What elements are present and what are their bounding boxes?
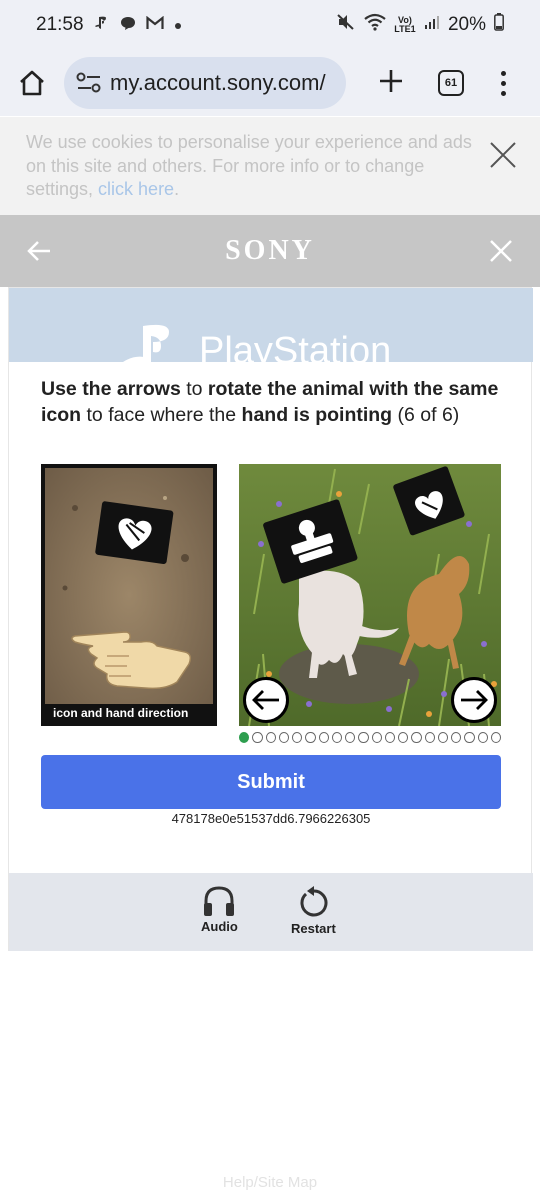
instruction-text-3: (6 of 6) — [392, 404, 460, 426]
status-time: 21:58 — [36, 14, 84, 35]
progress-dot — [358, 732, 369, 743]
submit-button[interactable]: Submit — [41, 755, 501, 809]
volte-icon: Vo) LTE1 — [394, 15, 416, 34]
chat-icon — [120, 16, 136, 35]
playstation-logo-icon — [123, 324, 169, 362]
rotate-left-button[interactable] — [243, 677, 289, 723]
arrow-left-icon — [27, 241, 50, 261]
plus-icon — [380, 70, 402, 92]
restart-button[interactable]: Restart — [291, 885, 336, 936]
session-id: 478178e0e51537dd6.7966226305 — [171, 811, 371, 826]
mute-icon — [336, 13, 356, 37]
cookie-text-end: . — [174, 179, 180, 199]
gmail-icon — [145, 15, 164, 34]
battery-icon — [494, 13, 504, 37]
rotate-right-button[interactable] — [451, 677, 497, 723]
close-icon — [490, 142, 516, 168]
instruction-text-1: to — [180, 378, 208, 400]
progress-dot — [305, 732, 316, 743]
progress-dot — [437, 732, 448, 743]
hint-image: icon and hand direction — [41, 464, 217, 726]
audio-label: Audio — [201, 919, 238, 934]
progress-dot — [477, 732, 488, 743]
arrow-right-icon — [461, 690, 488, 710]
status-bar: 21:58 Vo) LTE1 20% — [0, 0, 540, 50]
progress-dot — [265, 732, 276, 743]
restart-label: Restart — [291, 921, 336, 936]
site-settings-icon[interactable] — [76, 72, 102, 94]
new-tab-button[interactable] — [376, 66, 406, 100]
home-icon — [20, 70, 44, 96]
cookie-banner: We use cookies to personalise your exper… — [0, 117, 540, 215]
url-bar[interactable]: my.account.sony.com/ — [64, 57, 346, 109]
dot-icon — [174, 17, 182, 34]
sony-logo: SONY — [225, 235, 315, 266]
progress-dots — [239, 732, 501, 746]
captcha-footer: Audio Restart — [9, 873, 533, 951]
progress-dot — [384, 732, 395, 743]
menu-dot — [500, 80, 506, 86]
progress-dot — [411, 732, 422, 743]
cookie-settings-link[interactable]: click here — [98, 179, 174, 199]
hint-illustration — [45, 468, 213, 722]
battery-text: 20% — [447, 14, 486, 35]
instruction-text-2: to face where the — [81, 404, 242, 426]
audio-button[interactable]: Audio — [201, 885, 238, 934]
playstation-icon — [94, 16, 110, 34]
sony-header: SONY — [0, 215, 540, 287]
progress-dot — [252, 732, 263, 743]
header-close-button[interactable] — [488, 238, 514, 264]
playstation-banner: PlayStation — [9, 288, 533, 362]
headphones-icon — [204, 886, 235, 916]
captcha-dialog: PlayStation Use the arrows to rotate the… — [8, 287, 533, 951]
back-button[interactable] — [26, 238, 52, 264]
progress-dot — [292, 732, 303, 743]
menu-dot — [500, 90, 506, 96]
progress-dot — [424, 732, 435, 743]
browser-toolbar: my.account.sony.com/ 61 — [0, 50, 540, 116]
more-menu-button[interactable] — [500, 70, 506, 96]
status-right: Vo) LTE1 20% — [336, 13, 504, 37]
wifi-icon — [364, 13, 386, 37]
tab-switcher-button[interactable]: 61 — [438, 70, 464, 96]
progress-dot — [464, 732, 475, 743]
cookie-close-button[interactable] — [488, 140, 518, 170]
instruction-bold-3: hand is pointing — [241, 404, 393, 426]
playstation-wordmark: PlayStation — [199, 330, 392, 362]
rotatable-scene-image[interactable] — [239, 464, 501, 726]
menu-dot — [500, 70, 506, 76]
help-site-map-link[interactable]: Help/Site Map — [0, 1174, 540, 1191]
progress-dot — [490, 732, 501, 743]
url-text[interactable]: my.account.sony.com/ — [110, 70, 326, 96]
status-left: 21:58 — [36, 14, 182, 36]
close-icon — [490, 240, 512, 262]
progress-dot — [345, 732, 356, 743]
progress-dot — [318, 732, 329, 743]
progress-dot — [371, 732, 382, 743]
progress-dot-active — [239, 732, 250, 743]
progress-dot — [451, 732, 462, 743]
signal-icon — [424, 14, 440, 36]
hint-caption: icon and hand direction — [45, 704, 213, 722]
instruction-bold-1: Use the arrows — [41, 378, 181, 400]
cookie-text: We use cookies to personalise your exper… — [26, 132, 472, 199]
progress-dot — [278, 732, 289, 743]
captcha-instruction: Use the arrows to rotate the animal with… — [41, 376, 501, 428]
home-button[interactable] — [14, 65, 50, 101]
arrow-left-icon — [252, 690, 279, 710]
restart-icon — [300, 886, 328, 917]
progress-dot — [398, 732, 409, 743]
progress-dot — [331, 732, 342, 743]
